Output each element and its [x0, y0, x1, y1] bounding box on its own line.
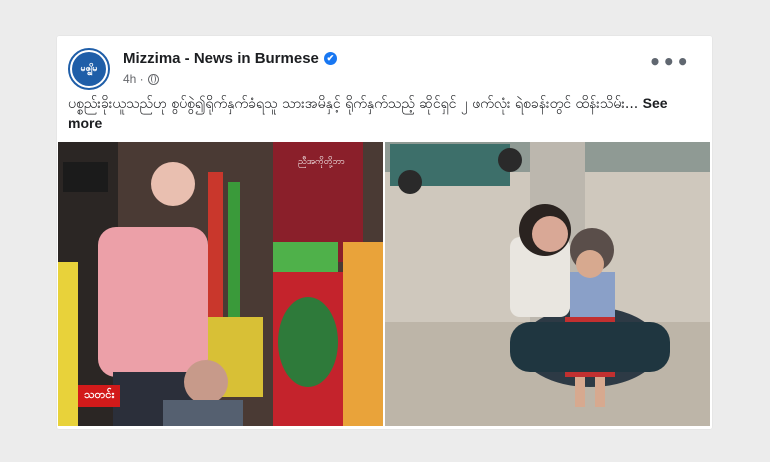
more-options-icon[interactable]: •••	[649, 52, 690, 72]
post-photo-left[interactable]: သတင်း ညီအကိုတို့ဘာ	[58, 142, 383, 426]
shop-scene-image	[58, 142, 383, 426]
avatar-logo: မဇ္ဈိမ	[72, 52, 106, 86]
page-avatar[interactable]: မဇ္ဈိမ	[68, 48, 110, 90]
street-scene-image	[385, 142, 710, 426]
page-name-link[interactable]: Mizzima - News in Burmese ✔	[123, 50, 337, 67]
post-body: ပစ္စည်းခိုးယူသည်ဟု စွပ်စွဲ၍ရိုက်နှက်ခံရသ…	[68, 96, 643, 112]
verified-icon: ✔	[323, 52, 337, 65]
news-badge: သတင်း	[78, 385, 121, 407]
post-time[interactable]: 4h ·	[123, 72, 144, 86]
post-text: ပစ္စည်းခိုးယူသည်ဟု စွပ်စွဲ၍ရိုက်နှက်ခံရသ…	[68, 94, 698, 134]
page-name[interactable]: Mizzima - News in Burmese	[123, 50, 319, 67]
photo-caption-overlay: ညီအကိုတို့ဘာ	[298, 157, 345, 167]
globe-icon	[147, 73, 159, 85]
post-meta: 4h ·	[123, 72, 159, 86]
facebook-post-card: မဇ္ဈိမ Mizzima - News in Burmese ✔ 4h · …	[57, 36, 712, 429]
post-photo-right[interactable]	[385, 142, 710, 426]
